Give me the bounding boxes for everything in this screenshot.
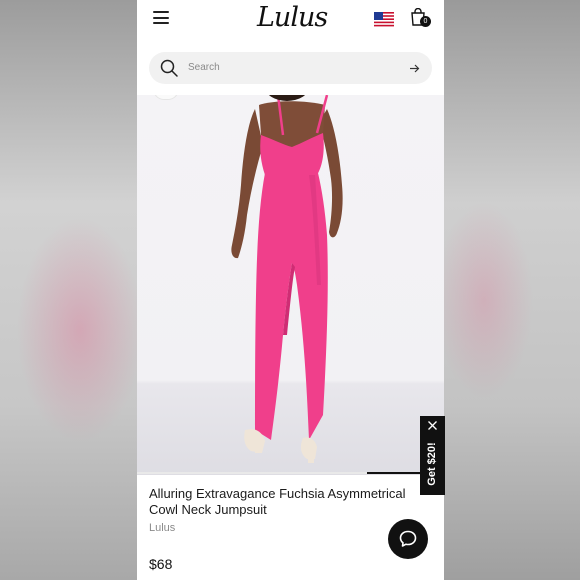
promo-label[interactable]: Get $20! — [426, 442, 438, 485]
product-brand[interactable]: Lulus — [149, 522, 175, 534]
cart-count-badge: 0 — [420, 16, 431, 27]
search-placeholder: Search — [188, 62, 220, 73]
arrow-right-icon[interactable] — [409, 63, 420, 74]
product-image[interactable] — [137, 95, 444, 475]
search-icon — [160, 59, 178, 77]
us-flag-icon[interactable] — [374, 12, 394, 27]
chat-bubble-icon — [399, 530, 417, 547]
background-blur-right — [444, 0, 580, 580]
search-input[interactable]: Search — [149, 52, 432, 84]
jumpsuit-photo — [231, 95, 343, 463]
chat-button[interactable] — [388, 519, 428, 559]
background-blur-left — [0, 0, 137, 580]
gallery-progress-track — [137, 472, 444, 474]
site-header: Lulus 0 — [137, 0, 444, 42]
product-price: $68 — [149, 556, 173, 572]
close-icon[interactable] — [427, 420, 438, 431]
promo-tab[interactable]: Get $20! — [420, 416, 445, 495]
hamburger-menu-icon[interactable] — [153, 11, 169, 24]
product-title: Alluring Extravagance Fuchsia Asymmetric… — [149, 486, 406, 517]
site-logo[interactable]: Lulus — [257, 2, 328, 33]
mobile-page: Lulus 0 Search Alluring Extravagance Fuc… — [137, 0, 444, 580]
